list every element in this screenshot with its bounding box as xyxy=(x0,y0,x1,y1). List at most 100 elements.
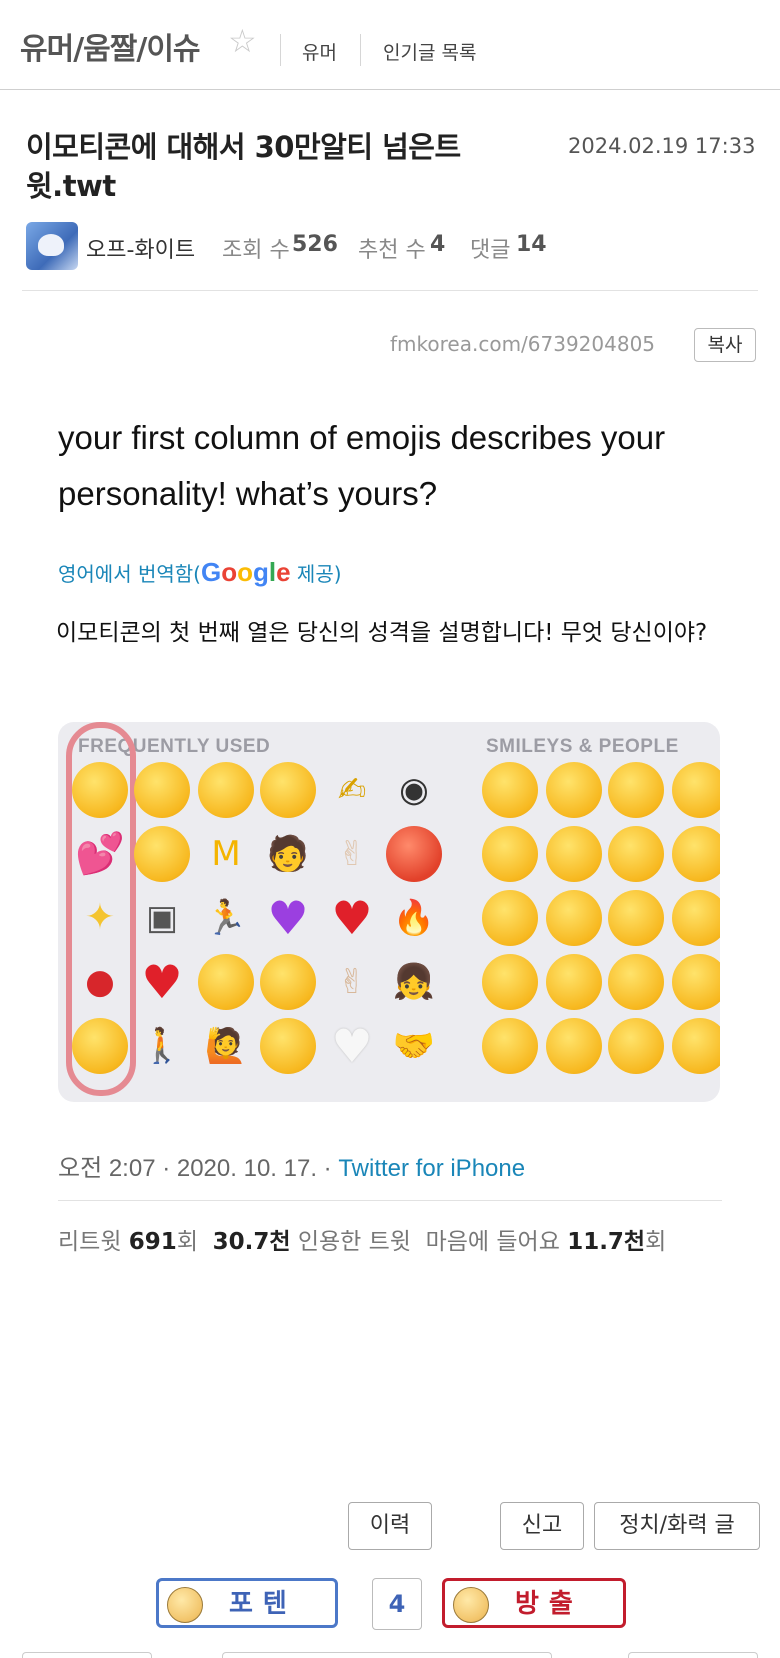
likes-label: 추천 수 xyxy=(358,238,426,263)
laughing-face-icon xyxy=(482,1018,538,1074)
post-url[interactable]: fmkorea.com/6739204805 xyxy=(390,332,655,356)
upside-down-face-icon xyxy=(608,890,664,946)
author-name[interactable]: 오프-화이트 xyxy=(86,232,195,264)
eye-icon: ◉ xyxy=(399,770,429,810)
translate-suffix: 제공) xyxy=(290,562,342,586)
person-with-cane-icon: 🧑 xyxy=(266,834,310,874)
sweat-smile-face-icon xyxy=(546,762,602,818)
retweet-label: 리트윗 xyxy=(58,1229,122,1255)
broken-heart-icon: ♥ xyxy=(141,955,183,1009)
wink-face-icon xyxy=(608,954,664,1010)
post-date: 2024.02.19 17:33 xyxy=(568,134,756,158)
report-button[interactable]: 신고 xyxy=(500,1502,584,1550)
tweet-likes-label: 마음에 들어요 xyxy=(425,1229,560,1255)
hot-face-icon xyxy=(386,826,442,882)
retweet-count: 691 xyxy=(128,1229,177,1255)
red-heart-icon: ♥ xyxy=(331,891,373,945)
fire-icon: 🔥 xyxy=(392,898,436,938)
slight-smile-face-icon xyxy=(608,826,664,882)
bottom-tab[interactable] xyxy=(628,1652,758,1658)
divider xyxy=(22,290,758,291)
board-title[interactable]: 유머/움짤/이슈 xyxy=(20,24,201,68)
upvote-button[interactable]: 포텐 xyxy=(156,1578,338,1628)
tweet-footer: 오전 2:07 · 2020. 10. 17. · Twitter for iP… xyxy=(58,1148,525,1183)
views-count: 526 xyxy=(292,232,338,257)
first-column-highlight xyxy=(66,722,136,1096)
quote-label: 인용한 트윗 xyxy=(297,1229,411,1255)
likes-count: 4 xyxy=(430,232,446,257)
comments-label: 댓글 xyxy=(470,238,511,263)
downvote-label: 방출 xyxy=(515,1589,583,1619)
partial-face-icon xyxy=(672,1018,720,1074)
bottom-tab[interactable] xyxy=(222,1652,552,1658)
person-running-icon: 🏃 xyxy=(204,898,248,938)
nav-link-humor[interactable]: 유머 xyxy=(302,38,337,65)
history-button[interactable]: 이력 xyxy=(348,1502,432,1550)
comments-count[interactable]: 14 xyxy=(516,232,547,257)
emoji-keyboard-image: FREQUENTLY USED SMILEYS & PEOPLE 💕 ✦ ● ▣… xyxy=(58,722,720,1102)
tweet-text-english: your first column of emojis describes yo… xyxy=(58,419,666,512)
handshake-icon: 🤝 xyxy=(392,1026,436,1066)
divider xyxy=(58,1200,722,1201)
girl-icon: 👧 xyxy=(392,962,436,1002)
star-struck-icon xyxy=(260,1018,316,1074)
victory-hand-icon: ✌ xyxy=(337,834,367,874)
google-logo: Google xyxy=(200,557,291,587)
partial-face-icon xyxy=(672,890,720,946)
partial-face-icon xyxy=(672,762,720,818)
tweet-likes-unit: 회 xyxy=(645,1229,667,1255)
joy-face-icon xyxy=(134,826,190,882)
person-walking-icon: 🚶 xyxy=(140,1026,184,1066)
person-icon xyxy=(260,762,316,818)
grin-face-icon xyxy=(482,890,538,946)
bottom-tab[interactable] xyxy=(22,1652,152,1658)
smiley-face-icon xyxy=(482,826,538,882)
white-heart-icon: ♥ xyxy=(331,1019,373,1073)
post-title: 이모티콘에 대해서 30만알티 넘은트윗.twt xyxy=(26,130,461,203)
tweet-text-korean: 이모티콘의 첫 번째 열은 당신의 성격을 설명합니다! 무엇 당신이야? xyxy=(56,620,708,646)
vote-count: 4 xyxy=(372,1578,422,1630)
relaxed-face-icon xyxy=(546,954,602,1010)
victory-hand-icon: ✌ xyxy=(337,962,367,1002)
board-header: 유머/움짤/이슈 ☆ 유머 인기글 목록 xyxy=(0,0,780,90)
tweet-stats: 리트윗 691회 30.7천 인용한 트윗 마음에 들어요 11.7천회 xyxy=(58,1222,666,1256)
blush-face-icon xyxy=(546,1018,602,1074)
quote-count: 30.7천 xyxy=(212,1229,291,1255)
nail-polish-icon: ✍ xyxy=(337,770,367,810)
face-blowing-kiss-icon xyxy=(260,954,316,1010)
copy-url-button[interactable]: 복사 xyxy=(694,328,756,362)
smileys-people-label: SMILEYS & PEOPLE xyxy=(486,736,679,757)
thumbs-up-face-icon xyxy=(167,1587,203,1623)
crying-face-icon xyxy=(134,762,190,818)
translation-note: 영어에서 번역함(Google 제공) xyxy=(58,557,342,588)
avatar[interactable] xyxy=(26,222,78,270)
tweet-source: Twitter for iPhone xyxy=(338,1155,526,1182)
bus-icon: ▣ xyxy=(145,898,179,938)
confused-face-icon xyxy=(198,954,254,1010)
person-raising-hand-icon: 🙋 xyxy=(204,1026,248,1066)
tweet-likes-count: 11.7천 xyxy=(567,1229,646,1255)
nav-link-popular[interactable]: 인기글 목록 xyxy=(383,38,476,65)
grinning-face-icon xyxy=(482,762,538,818)
partial-face-icon xyxy=(672,954,720,1010)
star-outline-icon[interactable]: ☆ xyxy=(228,22,257,60)
thumbs-down-face-icon xyxy=(453,1587,489,1623)
divider xyxy=(280,34,281,66)
purple-heart-icon: ♥ xyxy=(267,891,309,945)
halo-face-icon xyxy=(608,762,664,818)
divider xyxy=(360,34,361,66)
tweet-time: 오전 2:07 · 2020. 10. 17. · xyxy=(58,1155,339,1182)
beaming-face-icon xyxy=(482,954,538,1010)
downvote-button[interactable]: 방출 xyxy=(442,1578,626,1628)
partial-face-icon xyxy=(672,826,720,882)
views-label: 조회 수 xyxy=(222,238,290,263)
author-row: 오프-화이트 조회 수 526 추천 수 4 댓글 14 xyxy=(26,222,746,270)
translate-prefix: 영어에서 번역함( xyxy=(58,562,201,586)
politics-post-button[interactable]: 정치/화력 글 xyxy=(594,1502,760,1550)
relieved-face-icon xyxy=(608,1018,664,1074)
upvote-label: 포텐 xyxy=(229,1589,297,1619)
heart-eyes-cat-icon xyxy=(198,762,254,818)
crown-icon: M xyxy=(211,834,241,874)
rofl-face-icon xyxy=(546,890,602,946)
joy-face-icon xyxy=(546,826,602,882)
